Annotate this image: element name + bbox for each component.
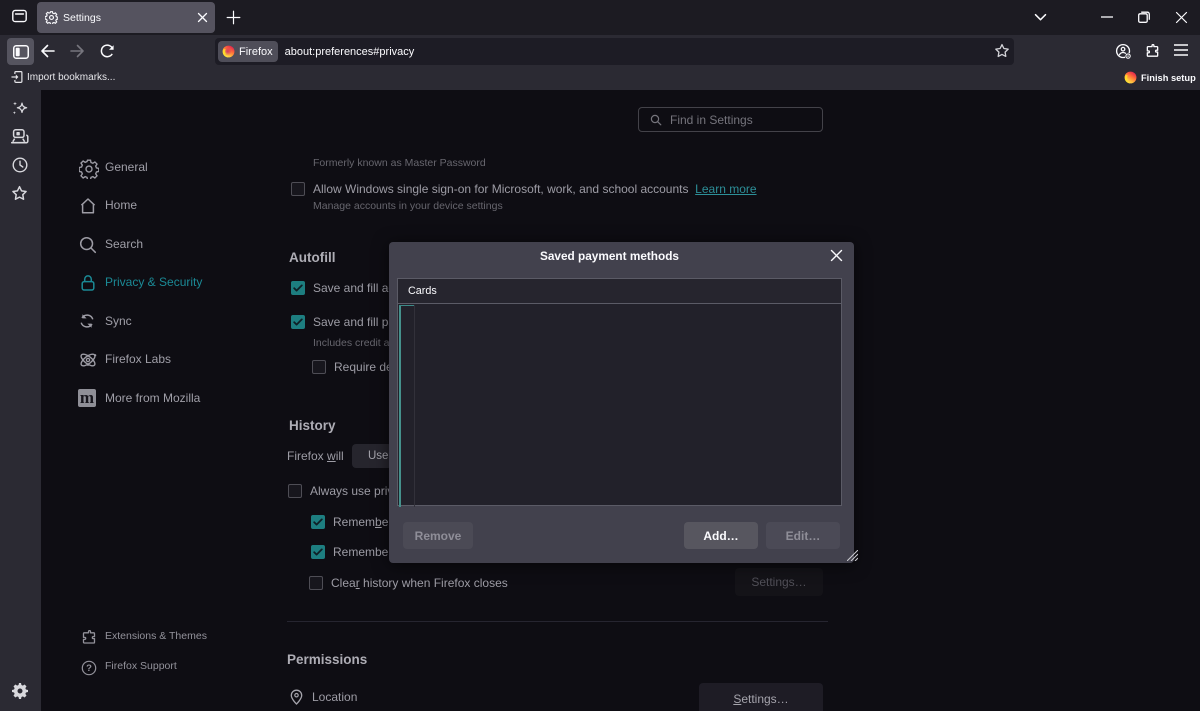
- svg-text:?: ?: [86, 663, 92, 674]
